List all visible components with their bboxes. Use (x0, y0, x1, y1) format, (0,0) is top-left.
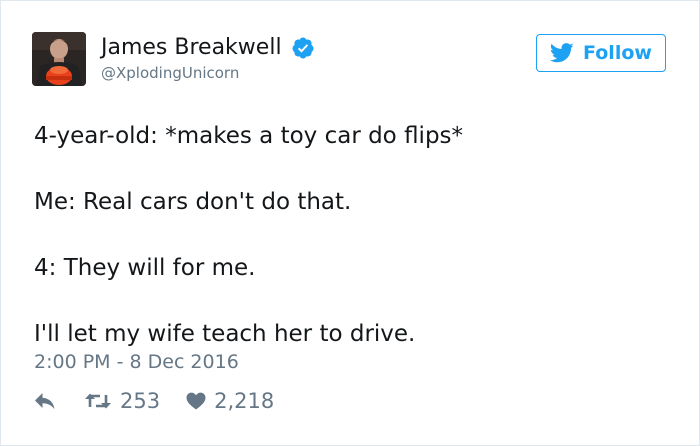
user-handle[interactable]: @XplodingUnicorn (101, 64, 239, 82)
verified-badge-icon (292, 37, 314, 58)
heart-icon (186, 392, 206, 410)
tweet-card: James Breakwell @XplodingUnicorn Follow … (0, 0, 700, 446)
follow-label: Follow (583, 42, 652, 64)
avatar[interactable] (32, 32, 86, 86)
tweet-timestamp[interactable]: 2:00 PM - 8 Dec 2016 (34, 351, 239, 373)
twitter-bird-icon (550, 43, 574, 63)
retweet-icon (85, 393, 111, 409)
like-count: 2,218 (214, 389, 275, 413)
reply-icon (35, 393, 55, 409)
follow-button[interactable]: Follow (536, 34, 666, 72)
retweet-button[interactable]: 253 (84, 389, 160, 413)
tweet-actions: 253 2,218 (34, 389, 274, 413)
tweet-line: 4: They will for me. (34, 255, 256, 281)
retweet-count: 253 (120, 389, 161, 413)
avatar-image (32, 32, 86, 86)
tweet-line: I'll let my wife teach her to drive. (34, 321, 416, 347)
like-button[interactable]: 2,218 (186, 389, 274, 413)
tweet-line: Me: Real cars don't do that. (34, 189, 352, 215)
reply-button[interactable] (34, 392, 56, 410)
tweet-text: 4-year-old: *makes a toy car do flips* M… (34, 120, 674, 384)
user-name-row[interactable]: James Breakwell (101, 35, 315, 60)
user-name[interactable]: James Breakwell (101, 35, 282, 60)
tweet-line: 4-year-old: *makes a toy car do flips* (34, 123, 464, 149)
